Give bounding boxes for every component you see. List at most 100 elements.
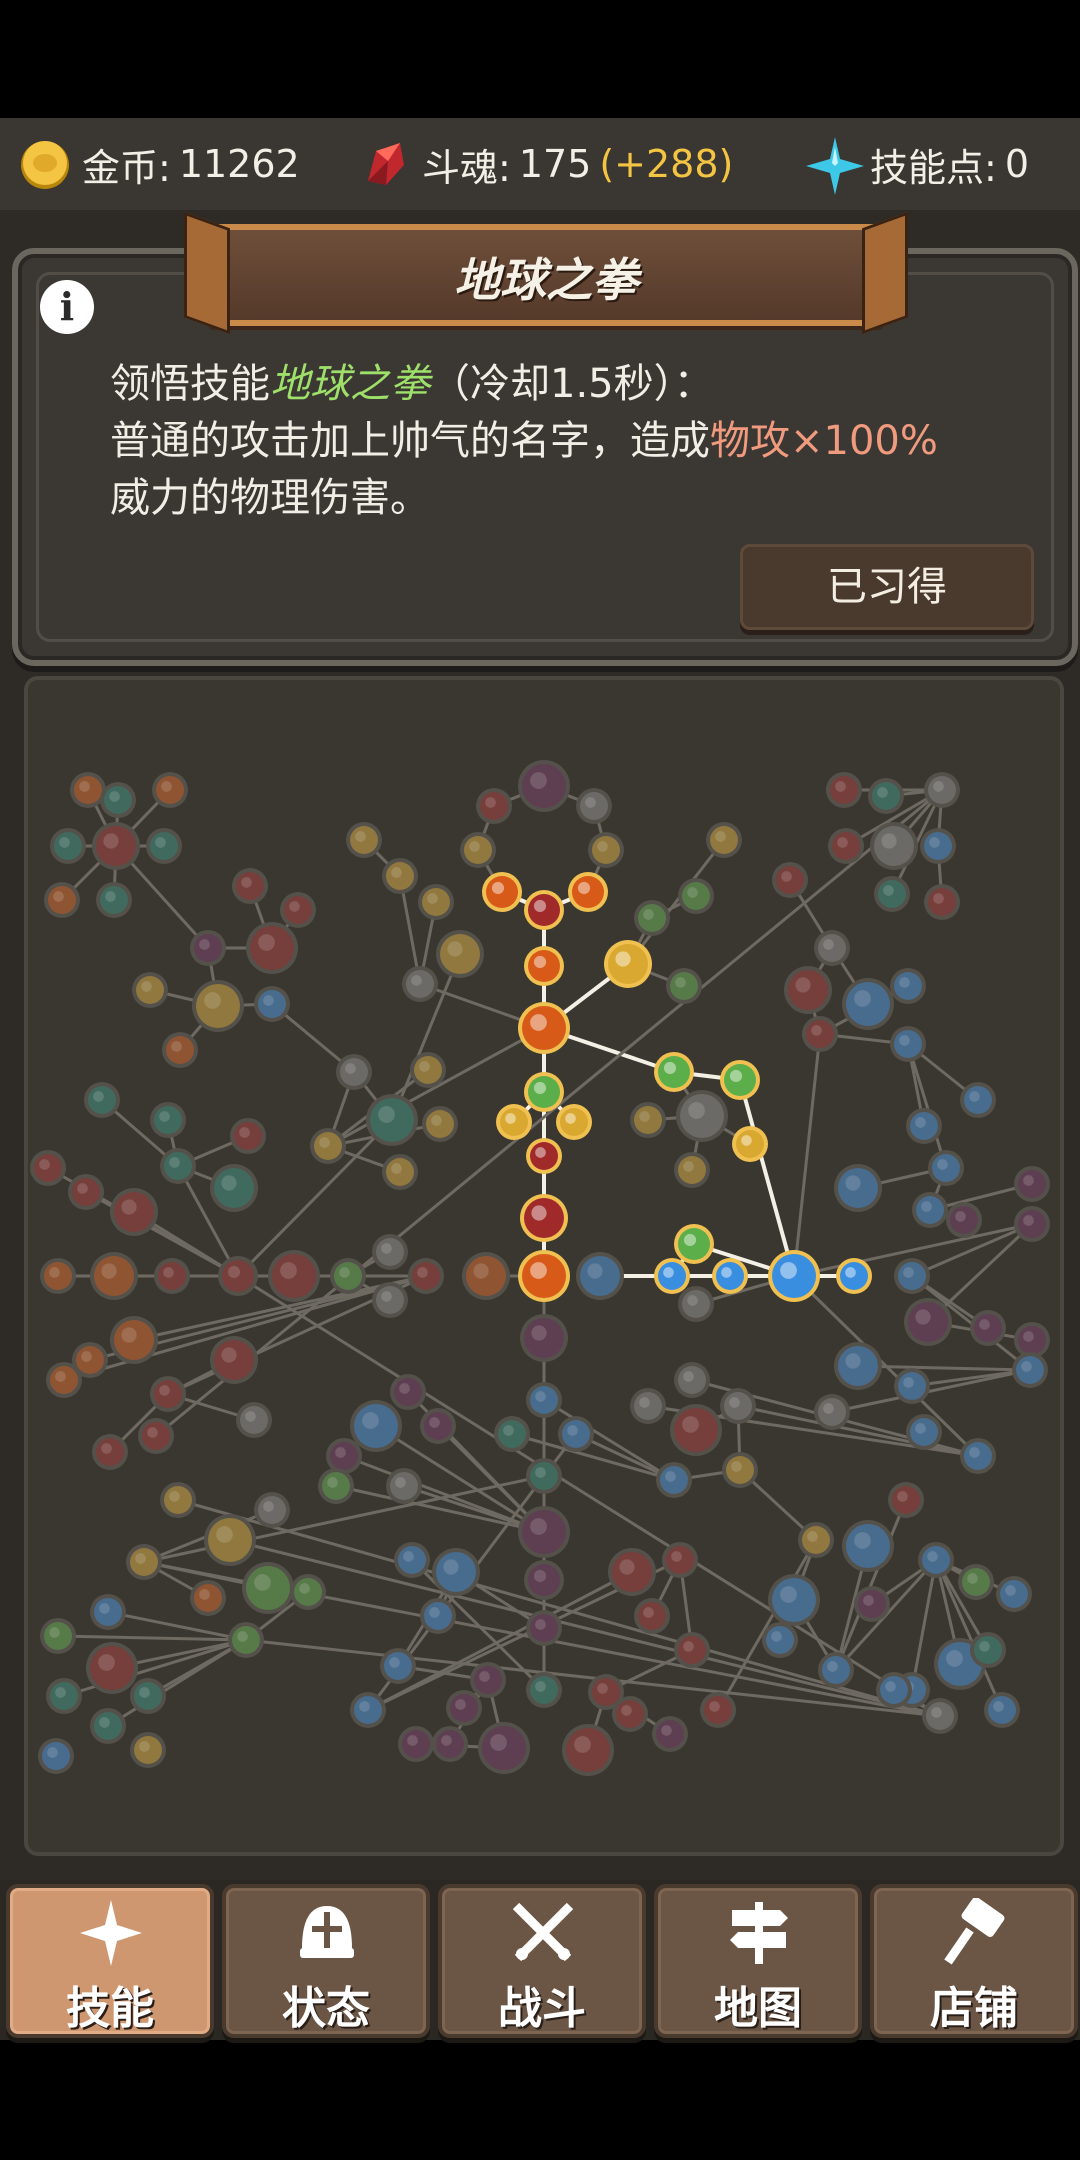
skill-node[interactable] bbox=[310, 1128, 346, 1164]
skill-node[interactable] bbox=[576, 788, 612, 824]
skill-node[interactable] bbox=[996, 1576, 1032, 1612]
skill-node[interactable] bbox=[834, 1164, 882, 1212]
skill-node[interactable] bbox=[518, 1506, 570, 1558]
skill-node[interactable] bbox=[588, 832, 624, 868]
skill-node[interactable] bbox=[210, 1164, 258, 1212]
skill-node[interactable] bbox=[100, 782, 136, 818]
skill-node[interactable] bbox=[656, 1462, 692, 1498]
skill-node[interactable] bbox=[960, 1082, 996, 1118]
skill-node[interactable] bbox=[612, 1696, 648, 1732]
skill-node[interactable] bbox=[654, 1258, 690, 1294]
skill-node[interactable] bbox=[678, 878, 714, 914]
skill-node[interactable] bbox=[110, 1188, 158, 1236]
skill-node[interactable] bbox=[154, 1258, 190, 1294]
skill-node[interactable] bbox=[230, 1118, 266, 1154]
skill-node[interactable] bbox=[160, 1482, 196, 1518]
skill-node[interactable] bbox=[420, 1598, 456, 1634]
skill-node[interactable] bbox=[652, 1716, 688, 1752]
nav-battle-button[interactable]: 战斗 bbox=[438, 1884, 646, 2038]
skill-node[interactable] bbox=[218, 1256, 258, 1296]
skill-node[interactable] bbox=[894, 1368, 930, 1404]
skill-node[interactable] bbox=[254, 986, 290, 1022]
skill-node[interactable] bbox=[732, 1126, 768, 1162]
skill-node[interactable] bbox=[162, 1032, 198, 1068]
skill-node[interactable] bbox=[918, 1542, 954, 1578]
skill-node[interactable] bbox=[904, 1298, 952, 1346]
skill-node[interactable] bbox=[912, 1192, 948, 1228]
skill-node[interactable] bbox=[906, 1414, 942, 1450]
skill-node[interactable] bbox=[478, 1722, 530, 1774]
skill-node[interactable] bbox=[1014, 1206, 1050, 1242]
skill-node[interactable] bbox=[970, 1310, 1006, 1346]
skill-node[interactable] bbox=[268, 1250, 320, 1302]
skill-node[interactable] bbox=[402, 966, 438, 1002]
skill-node[interactable] bbox=[460, 832, 496, 868]
skill-node[interactable] bbox=[418, 884, 454, 920]
skill-node[interactable] bbox=[126, 1544, 162, 1580]
skill-node[interactable] bbox=[382, 858, 418, 894]
skill-node[interactable] bbox=[152, 772, 188, 808]
skill-node[interactable] bbox=[634, 1598, 670, 1634]
skill-node[interactable] bbox=[970, 1632, 1006, 1668]
skill-node[interactable] bbox=[712, 1258, 748, 1294]
skill-node[interactable] bbox=[380, 1648, 416, 1684]
skill-node[interactable] bbox=[518, 1002, 570, 1054]
skill-node[interactable] bbox=[242, 1562, 294, 1614]
skill-node[interactable] bbox=[1012, 1352, 1048, 1388]
skill-node[interactable] bbox=[674, 1224, 714, 1264]
skill-node[interactable] bbox=[130, 1732, 166, 1768]
skill-node[interactable] bbox=[920, 828, 956, 864]
skill-node[interactable] bbox=[90, 1252, 138, 1300]
skill-node[interactable] bbox=[868, 778, 904, 814]
skill-node[interactable] bbox=[630, 1388, 666, 1424]
skill-node[interactable] bbox=[984, 1692, 1020, 1728]
skill-node[interactable] bbox=[204, 1514, 256, 1566]
skill-node[interactable] bbox=[382, 1154, 418, 1190]
nav-skills-button[interactable]: 技能 bbox=[6, 1884, 214, 2038]
skill-node[interactable] bbox=[834, 1342, 882, 1390]
skill-node[interactable] bbox=[210, 1336, 258, 1384]
skill-node[interactable] bbox=[386, 1468, 422, 1504]
skill-node[interactable] bbox=[72, 1342, 108, 1378]
skill-node[interactable] bbox=[150, 1102, 186, 1138]
skill-node[interactable] bbox=[228, 1622, 264, 1658]
skill-node[interactable] bbox=[772, 862, 808, 898]
skill-node[interactable] bbox=[526, 1138, 562, 1174]
skill-node[interactable] bbox=[38, 1738, 74, 1774]
skill-node[interactable] bbox=[146, 828, 182, 864]
skill-node[interactable] bbox=[568, 872, 608, 912]
skill-node[interactable] bbox=[232, 868, 268, 904]
skill-node[interactable] bbox=[372, 1234, 408, 1270]
skill-node[interactable] bbox=[524, 1560, 564, 1600]
skill-node[interactable] bbox=[906, 1108, 942, 1144]
skill-node[interactable] bbox=[630, 1102, 666, 1138]
skill-node[interactable] bbox=[818, 1652, 854, 1688]
skill-node[interactable] bbox=[92, 822, 140, 870]
skill-node[interactable] bbox=[524, 1072, 564, 1112]
skill-node[interactable] bbox=[518, 1250, 570, 1302]
skill-node[interactable] bbox=[768, 1250, 820, 1302]
nav-map-button[interactable]: 地图 bbox=[654, 1884, 862, 2038]
skill-node[interactable] bbox=[928, 1150, 964, 1186]
skill-node[interactable] bbox=[254, 1492, 290, 1528]
skill-node[interactable] bbox=[720, 1060, 760, 1100]
skill-node[interactable] bbox=[958, 1564, 994, 1600]
skill-node[interactable] bbox=[336, 1054, 372, 1090]
skill-node[interactable] bbox=[130, 1678, 166, 1714]
skill-node[interactable] bbox=[30, 1150, 66, 1186]
skill-node[interactable] bbox=[674, 1152, 710, 1188]
skill-node[interactable] bbox=[346, 822, 382, 858]
skill-node[interactable] bbox=[132, 972, 168, 1008]
skill-node[interactable] bbox=[556, 1104, 592, 1140]
skill-node[interactable] bbox=[398, 1726, 434, 1762]
skill-node[interactable] bbox=[526, 1458, 562, 1494]
skill-node[interactable] bbox=[894, 1258, 930, 1294]
skill-node[interactable] bbox=[476, 788, 512, 824]
skill-node[interactable] bbox=[526, 1382, 562, 1418]
skill-node[interactable] bbox=[68, 1174, 104, 1210]
skill-node[interactable] bbox=[410, 1052, 446, 1088]
skill-node[interactable] bbox=[562, 1724, 614, 1776]
skill-node[interactable] bbox=[814, 1394, 850, 1430]
skill-node[interactable] bbox=[408, 1258, 444, 1294]
skill-node[interactable] bbox=[280, 892, 316, 928]
